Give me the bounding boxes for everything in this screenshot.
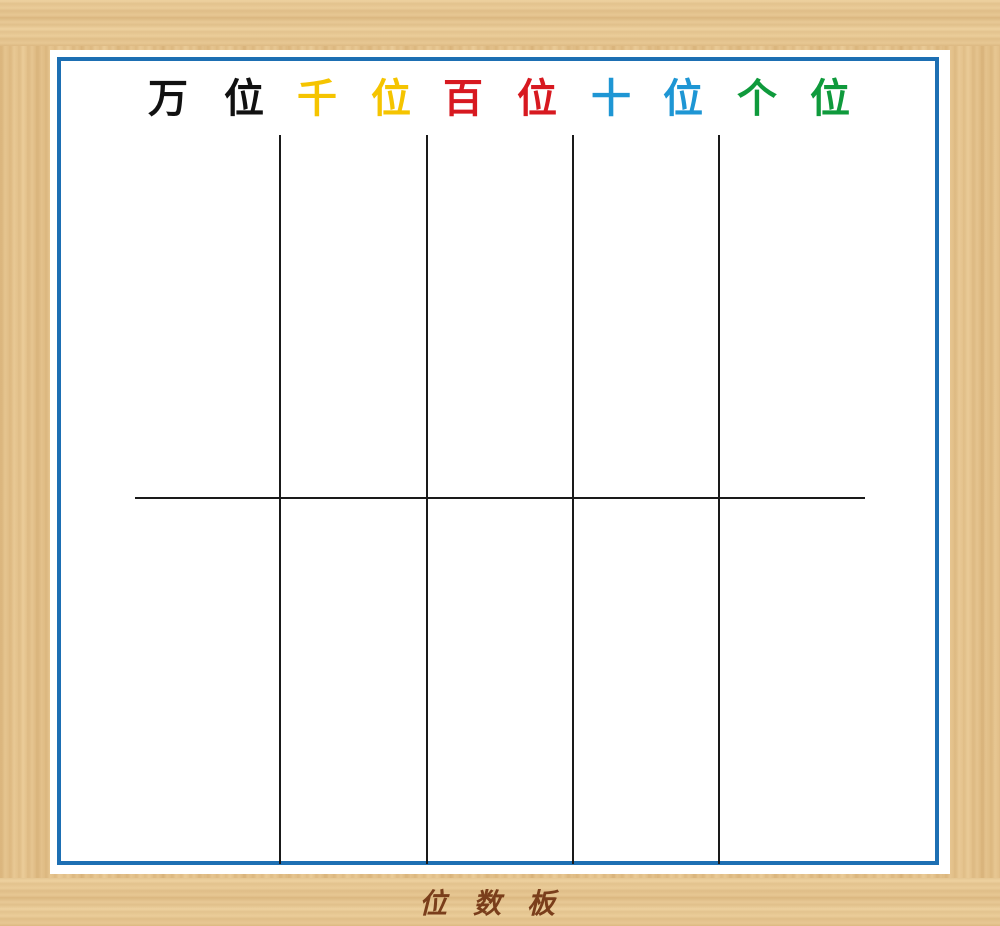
column-divider-1	[279, 135, 281, 864]
column-divider-2	[426, 135, 428, 864]
header-wan-char: 万	[148, 76, 188, 122]
header-qian-char: 千	[297, 76, 337, 122]
board-blue-border	[57, 57, 939, 865]
header-bai-char: 百	[443, 76, 483, 122]
header-shi-char: 十	[591, 76, 631, 122]
header-shi-wei: 位	[663, 76, 703, 122]
header-qian-wei: 位	[371, 76, 411, 122]
frame-top-rail	[0, 0, 1000, 46]
column-divider-4	[718, 135, 720, 864]
column-divider-3	[572, 135, 574, 864]
header-bai-wei: 位	[517, 76, 557, 122]
board-title: 位数板	[418, 887, 581, 920]
header-ge-char: 个	[737, 76, 777, 122]
header-ge-wei: 位	[810, 76, 850, 122]
header-wan-wei: 位	[224, 76, 264, 122]
row-divider	[135, 497, 865, 499]
